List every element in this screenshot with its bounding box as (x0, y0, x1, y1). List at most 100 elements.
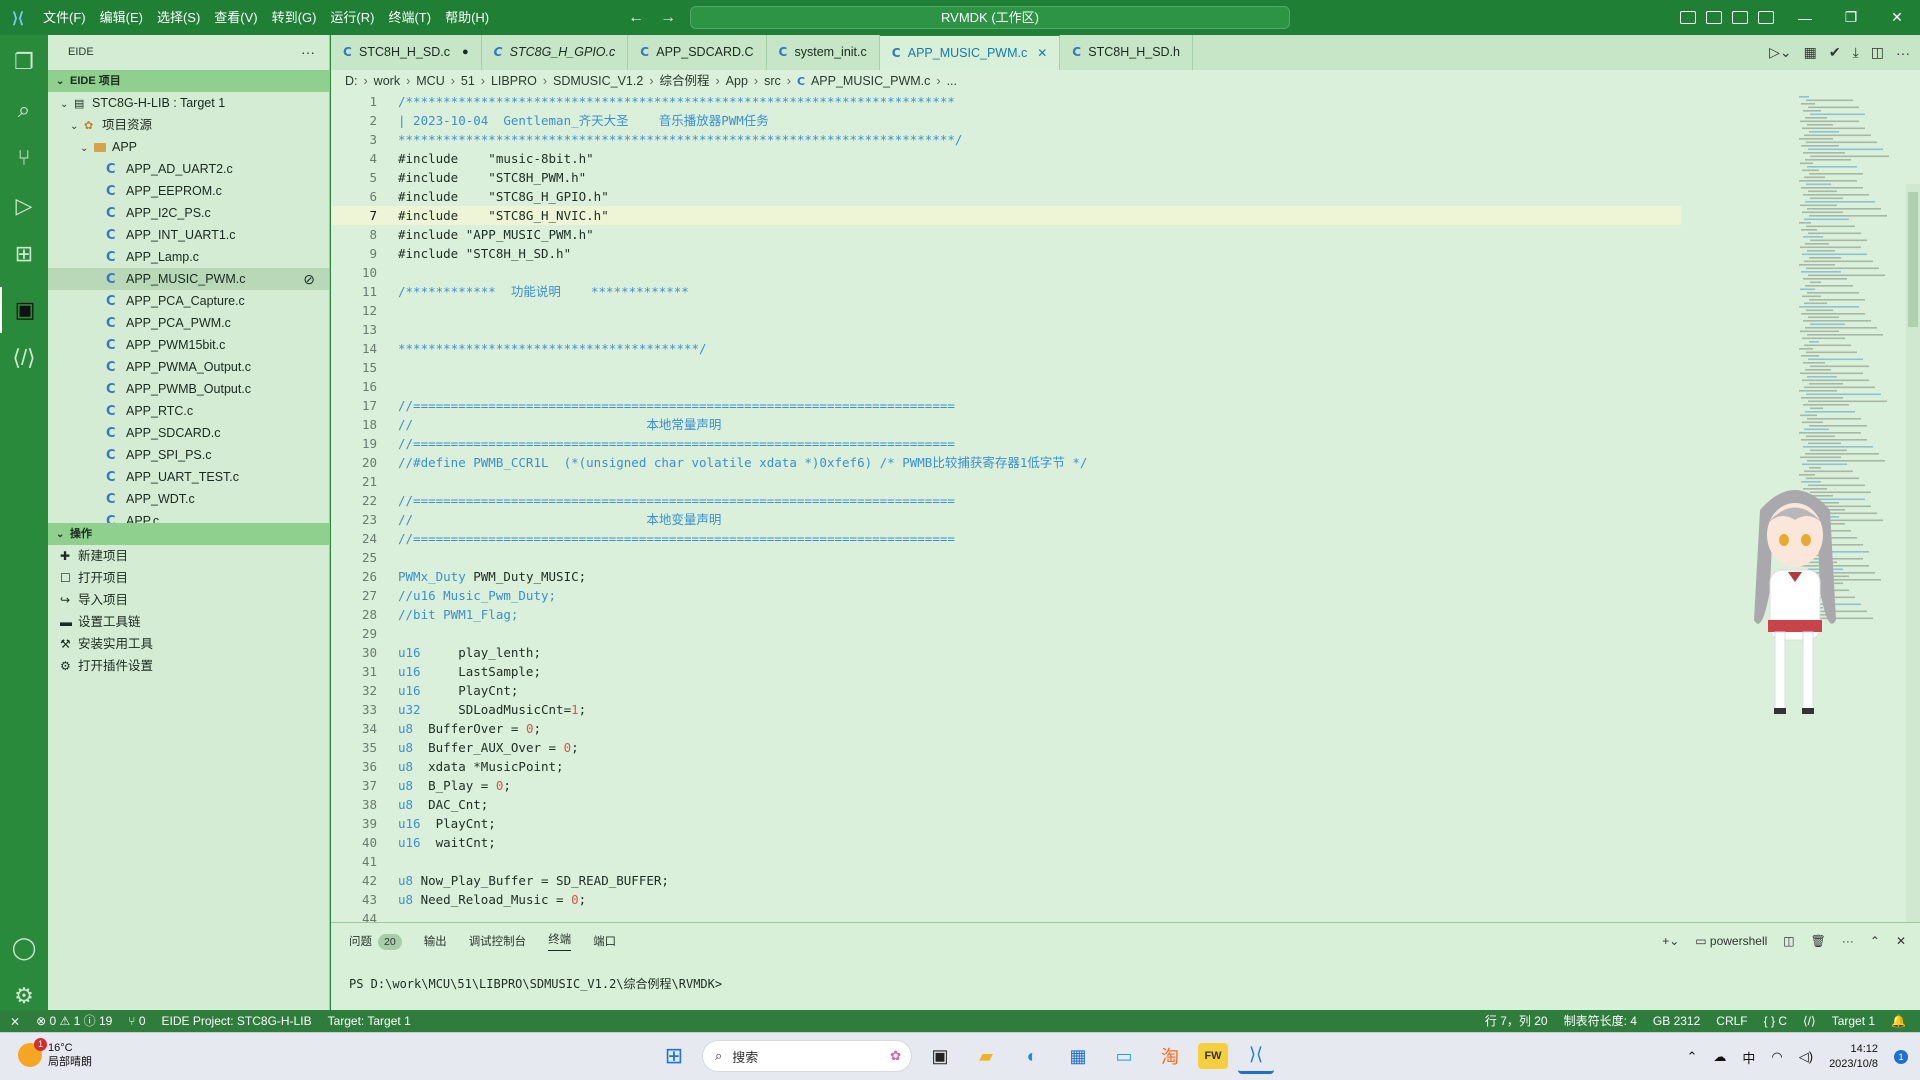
code-line[interactable]: 37 u8 B_Play = 0; (331, 776, 1681, 795)
tree-file[interactable]: C APP_AD_UART2.c (48, 158, 329, 180)
command-center[interactable]: RVMDK (工作区) (690, 6, 1290, 29)
code-line[interactable]: 4 #include "music-8bit.h" (331, 149, 1681, 168)
rebuild-icon[interactable]: ✔ (1829, 44, 1841, 61)
breadcrumb-item[interactable]: D: (345, 74, 358, 88)
eide-project-status[interactable]: EIDE Project: STC8G-H-LIB (162, 1010, 312, 1032)
bilibili-icon[interactable]: ▭ (1106, 1038, 1142, 1074)
tree-group[interactable]: ⌄ ✿ 项目资源 (48, 114, 329, 136)
close-button[interactable]: ✕ (1874, 9, 1920, 26)
tab-music-pwm-c[interactable]: C APP_MUSIC_PWM.c ✕ (879, 35, 1061, 70)
code-line[interactable]: 31 u16 LastSample; (331, 662, 1681, 681)
indentation[interactable]: 制表符长度: 4 (1564, 1010, 1637, 1032)
op-plugin-settings[interactable]: ⚙ 打开插件设置 (48, 655, 329, 677)
bell-icon[interactable]: 🔔 (1891, 1010, 1906, 1032)
code-line[interactable]: 29 (331, 624, 1681, 643)
breadcrumb[interactable]: D: › work › MCU › 51 › LIBPRO › SDMUSIC_V1.2 › 综合例程 ›… (331, 70, 1920, 92)
onedrive-icon[interactable]: ☁ (1713, 1049, 1726, 1065)
code-line[interactable]: 22 //====================================… (331, 491, 1681, 510)
cursor-position[interactable]: 行 7，列 20 (1485, 1010, 1548, 1032)
tree-project[interactable]: ⌄ ▤ STC8G-H-LIB : Target 1 (48, 92, 329, 114)
code-line[interactable]: 36 u8 xdata *MusicPoint; (331, 757, 1681, 776)
panel-tab-ports[interactable]: 端口 (593, 933, 616, 949)
panel-tab-output[interactable]: 输出 (424, 933, 447, 949)
new-terminal-icon[interactable]: +⌄ (1662, 934, 1679, 948)
ports-status[interactable]: ⑂ 0 (128, 1010, 145, 1032)
terminal-shell-label[interactable]: ▭ powershell (1695, 934, 1767, 948)
tree-file[interactable]: C APP_PWMA_Output.c (48, 356, 329, 378)
code-line[interactable]: 16 (331, 377, 1681, 396)
fw-app-icon[interactable]: FW (1198, 1043, 1228, 1069)
account-icon[interactable]: ◯ (0, 925, 48, 971)
code-line[interactable]: 14 **************************************… (331, 339, 1681, 358)
task-view-icon[interactable]: ▣ (922, 1038, 958, 1074)
code-line[interactable]: 17 //====================================… (331, 396, 1681, 415)
code-line[interactable]: 33 u32 SDLoadMusicCnt=1; (331, 700, 1681, 719)
menu-go[interactable]: 转到(G) (265, 0, 324, 35)
windows-start-icon[interactable]: ⊞ (656, 1038, 692, 1074)
op-install-tools[interactable]: ⚒ 安装实用工具 (48, 633, 329, 655)
exclude-from-build-icon[interactable]: ⊘ (303, 268, 315, 290)
run-dropdown-icon[interactable]: ▷⌄ (1769, 44, 1792, 61)
search-icon[interactable]: ⌕ (0, 87, 48, 133)
tab-gpio-c[interactable]: C STC8G_H_GPIO.c (482, 35, 629, 70)
tree-file[interactable]: C APP_PWMB_Output.c (48, 378, 329, 400)
code-line[interactable]: 20 //#define PWMB_CCR1L (*(unsigned char … (331, 453, 1681, 472)
op-open-project[interactable]: ☐ 打开项目 (48, 567, 329, 589)
eide-project-section[interactable]: ⌄ EIDE 项目 (48, 70, 329, 92)
back-arrow-icon[interactable]: ← (628, 9, 644, 27)
op-import-project[interactable]: ↪ 导入项目 (48, 589, 329, 611)
code-line[interactable]: 27 //u16 Music_Pwm_Duty; (331, 586, 1681, 605)
vertical-scrollbar[interactable] (1906, 184, 1920, 922)
op-toolchain[interactable]: ▬ 设置工具链 (48, 611, 329, 633)
code-line[interactable]: 35 u8 Buffer_AUX_Over = 0; (331, 738, 1681, 757)
tree-file[interactable]: C APP_INT_UART1.c (48, 224, 329, 246)
code-line[interactable]: 40 u16 waitCnt; (331, 833, 1681, 852)
code-line[interactable]: 38 u8 DAC_Cnt; (331, 795, 1681, 814)
code-line[interactable]: 41 (331, 852, 1681, 871)
code-line[interactable]: 30 u16 play_lenth; (331, 643, 1681, 662)
breadcrumb-item[interactable]: SDMUSIC_V1.2 (553, 74, 643, 88)
trash-icon[interactable]: 🗑 (1811, 934, 1826, 948)
code-line[interactable]: 18 // 本地常量声明 (331, 415, 1681, 434)
code-line[interactable]: 28 //bit PWM1_Flag; (331, 605, 1681, 624)
code-line[interactable]: 10 (331, 263, 1681, 282)
code-line[interactable]: 9 #include "STC8H_H_SD.h" (331, 244, 1681, 263)
line-ending[interactable]: CRLF (1716, 1010, 1747, 1032)
tab-stc8h-sd-h[interactable]: C STC8H_H_SD.h (1060, 35, 1193, 70)
source-control-icon[interactable]: ⑂ (0, 135, 48, 181)
customize-layout-icon[interactable] (1758, 11, 1774, 24)
clock[interactable]: 14:12 2023/10/8 (1829, 1042, 1878, 1072)
code-line[interactable]: 42 u8 Now_Play_Buffer = SD_READ_BUFFER; (331, 871, 1681, 890)
tree-folder-app[interactable]: ⌄ APP (48, 136, 329, 158)
extensions-icon[interactable]: ⊞ (0, 231, 48, 277)
wifi-icon[interactable]: ◠ (1771, 1049, 1782, 1065)
code-line[interactable]: 44 (331, 909, 1681, 922)
menu-terminal[interactable]: 终端(T) (381, 0, 438, 35)
scrollbar-thumb[interactable] (1908, 192, 1918, 327)
toggle-secondary-sidebar-icon[interactable] (1732, 11, 1748, 24)
code-line[interactable]: 13 (331, 320, 1681, 339)
ms-store-icon[interactable]: ▦ (1060, 1038, 1096, 1074)
tab-sdcard-c[interactable]: C APP_SDCARD.C (628, 35, 767, 70)
breadcrumb-item[interactable]: work (374, 74, 400, 88)
menu-run[interactable]: 运行(R) (323, 0, 381, 35)
tree-file[interactable]: C APP_PCA_PWM.c (48, 312, 329, 334)
code-line[interactable]: 26 PWMx_Duty PWM_Duty_MUSIC; (331, 567, 1681, 586)
more-actions-icon[interactable]: ··· (1842, 934, 1854, 948)
remote-icon[interactable]: ⨯ (10, 1010, 20, 1032)
toggle-sidebar-icon[interactable] (1680, 11, 1696, 24)
target-status-right[interactable]: Target 1 (1832, 1010, 1875, 1032)
code-tag-icon[interactable]: ⟨/⟩ (0, 335, 48, 381)
vscode-taskbar-icon[interactable]: ⟩⟨ (1238, 1038, 1274, 1074)
op-new-project[interactable]: ✚ 新建项目 (48, 545, 329, 567)
panel-tab-terminal[interactable]: 终端 (548, 931, 572, 951)
split-editor-icon[interactable]: ◫ (1871, 44, 1884, 61)
code-line[interactable]: 11 /************ 功能说明 ************* (331, 282, 1681, 301)
code-line[interactable]: 12 (331, 301, 1681, 320)
edge-browser-icon[interactable]: ◐ (1014, 1038, 1050, 1074)
tree-file[interactable]: C APP_EEPROM.c (48, 180, 329, 202)
code-line[interactable]: 43 u8 Need_Reload_Music = 0; (331, 890, 1681, 909)
more-actions-icon[interactable]: ··· (1896, 45, 1910, 61)
tray-chevron-icon[interactable]: ⌃ (1686, 1049, 1697, 1065)
unsaved-dot-icon[interactable]: ● (462, 35, 469, 70)
